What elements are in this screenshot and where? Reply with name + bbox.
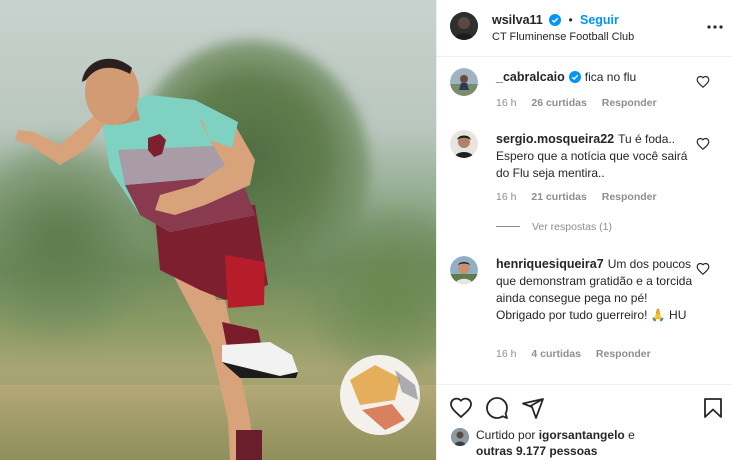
comment-time[interactable]: 16 h xyxy=(496,348,516,360)
liker-username[interactable]: igorsantangelo xyxy=(539,428,625,442)
comment-text: _cabralcaio fica no flu xyxy=(496,69,696,86)
reply-button[interactable]: Responder xyxy=(596,348,651,360)
bookmark-icon[interactable] xyxy=(701,396,725,420)
post-photo[interactable] xyxy=(0,0,436,460)
share-icon[interactable] xyxy=(521,396,545,420)
comment-icon[interactable] xyxy=(485,396,509,420)
comment-like-heart-icon[interactable] xyxy=(696,137,710,151)
comment-meta: 16 h 21 curtidas Responder xyxy=(496,191,669,203)
comment-username[interactable]: henriquesiqueira7 xyxy=(496,257,604,271)
post-location[interactable]: CT Fluminense Football Club xyxy=(492,31,634,43)
comment-username[interactable]: _cabralcaio xyxy=(496,70,565,84)
post-actions: Curtido por igorsantangelo e outras 9.17… xyxy=(437,384,732,460)
liked-by-prefix: Curtido por xyxy=(476,428,536,442)
reply-button[interactable]: Responder xyxy=(602,191,657,203)
comment-text: henriquesiqueira7 Um dos poucos que demon… xyxy=(496,256,696,324)
post-side-panel: wsilva11 • Seguir CT Fluminense Football… xyxy=(437,0,732,460)
author-name-row: wsilva11 • Seguir xyxy=(492,13,619,27)
comment-time[interactable]: 16 h xyxy=(496,97,516,109)
verified-badge-icon xyxy=(568,71,581,83)
author-username[interactable]: wsilva11 xyxy=(492,13,543,27)
comment-time[interactable]: 16 h xyxy=(496,191,516,203)
comment-username[interactable]: sergio.mosqueira22 xyxy=(496,132,614,146)
view-replies-button[interactable]: Ver respostas (1) xyxy=(496,221,612,233)
comment-avatar[interactable] xyxy=(450,68,478,96)
separator-dot: • xyxy=(568,13,573,27)
comment-avatar[interactable] xyxy=(450,130,478,158)
view-replies-label: Ver respostas (1) xyxy=(532,221,612,233)
more-options-icon[interactable] xyxy=(705,19,725,35)
likes-count-link[interactable]: outras 9.177 pessoas xyxy=(476,444,597,458)
comment-like-heart-icon[interactable] xyxy=(696,262,710,276)
verified-badge-icon xyxy=(549,14,562,26)
player-figure xyxy=(15,58,420,460)
author-avatar[interactable] xyxy=(450,12,478,40)
comment-meta: 16 h 4 curtidas Responder xyxy=(496,348,663,360)
likes-text: Curtido por igorsantangelo e outras 9.17… xyxy=(476,427,635,459)
comment-like-heart-icon[interactable] xyxy=(696,75,710,89)
comment-body: fica no flu xyxy=(584,70,637,84)
comment-avatar[interactable] xyxy=(450,256,478,284)
comment-meta: 16 h 26 curtidas Responder xyxy=(496,97,669,109)
reply-button[interactable]: Responder xyxy=(602,97,657,109)
comment-text: sergio.mosqueira22 Tu é foda.. Espero que… xyxy=(496,131,696,182)
comment-likes[interactable]: 21 curtidas xyxy=(531,191,586,203)
follow-button[interactable]: Seguir xyxy=(580,13,619,27)
comment-likes[interactable]: 26 curtidas xyxy=(531,97,586,109)
replies-line xyxy=(496,226,520,227)
comment-likes[interactable]: 4 curtidas xyxy=(531,348,581,360)
liked-by-conjunction: e xyxy=(628,428,635,442)
heart-icon[interactable] xyxy=(449,396,473,420)
post-header: wsilva11 • Seguir CT Fluminense Football… xyxy=(437,0,732,57)
liker-avatar[interactable] xyxy=(451,428,469,446)
